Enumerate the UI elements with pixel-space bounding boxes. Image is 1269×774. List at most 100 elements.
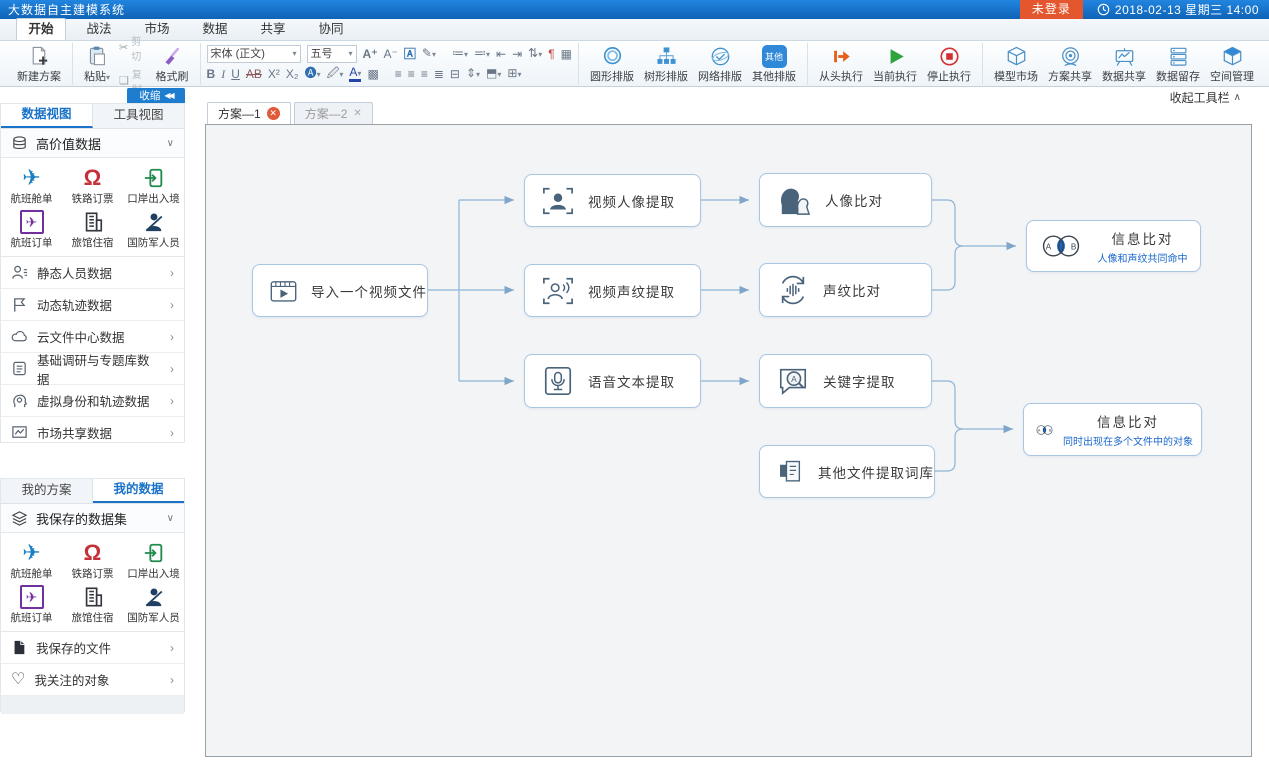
- shrink-font-button[interactable]: A⁻: [384, 47, 398, 61]
- font-color-button[interactable]: A▾: [349, 67, 361, 82]
- bold-button[interactable]: B: [207, 67, 216, 81]
- dataset-flight-order[interactable]: ✈ 航班订单: [1, 206, 62, 250]
- underline-button[interactable]: U: [231, 67, 240, 81]
- category-dynamic-track[interactable]: 动态轨迹数据 ›: [1, 289, 184, 321]
- bullet-list-button[interactable]: ≔▾: [452, 46, 468, 62]
- strikethrough-button[interactable]: AB: [246, 67, 262, 81]
- tree-layout-button[interactable]: 树形排版: [639, 43, 693, 85]
- node-keyword-extract[interactable]: A 关键字提取: [759, 354, 932, 408]
- saved-datasets-header[interactable]: 我保存的数据集 ∨: [1, 504, 184, 533]
- new-plan-button[interactable]: 新建方案: [12, 43, 66, 85]
- category-cloud-files[interactable]: 云文件中心数据 ›: [1, 321, 184, 353]
- table-button[interactable]: ▦: [561, 47, 572, 61]
- high-value-data-header[interactable]: 高价值数据 ∨: [1, 129, 184, 158]
- font-family-select[interactable]: 宋体 (正文) ▾: [207, 45, 301, 63]
- dataset-military-personnel[interactable]: 国防军人员: [123, 581, 184, 625]
- node-info-compare-multi-file[interactable]: A B 信息比对 同时出现在多个文件中的对象: [1023, 403, 1202, 456]
- category-virtual-identity[interactable]: 虚拟身份和轨迹数据 ›: [1, 385, 184, 417]
- collapse-toolbar-button[interactable]: 收起工具栏 ∧: [1170, 89, 1241, 106]
- category-static-person[interactable]: 静态人员数据 ›: [1, 257, 184, 289]
- login-status-badge[interactable]: 未登录: [1020, 0, 1083, 19]
- dataset-border-entry-exit[interactable]: 口岸出入境: [123, 162, 184, 206]
- category-research-library[interactable]: 基础调研与专题库数据 ›: [1, 353, 184, 385]
- ribbon-tab-collab[interactable]: 协同: [306, 18, 356, 40]
- tab-plan-1[interactable]: 方案—1 ✕: [207, 102, 291, 124]
- number-list-button[interactable]: ≕▾: [474, 46, 490, 62]
- data-share-button[interactable]: 数据共享: [1097, 43, 1151, 85]
- node-voice-extract[interactable]: 视频声纹提取: [524, 264, 701, 317]
- dataset-flight-manifest[interactable]: ✈ 航班舱单: [1, 537, 62, 581]
- node-other-files[interactable]: 其他文件提取词库: [759, 445, 935, 498]
- clear-format-button[interactable]: ✎▾: [422, 46, 436, 62]
- cut-button[interactable]: ✂ 剪切: [119, 33, 147, 63]
- close-tab-icon[interactable]: ✕: [267, 107, 280, 120]
- pilcrow-button[interactable]: ¶: [548, 47, 554, 61]
- plane-icon: ✈: [22, 541, 40, 565]
- text-outline-button[interactable]: 🅐▾: [305, 66, 321, 82]
- highlight-button[interactable]: 🖉▾: [327, 66, 344, 82]
- italic-button[interactable]: I: [221, 67, 225, 81]
- tab-tool-view[interactable]: 工具视图: [93, 104, 184, 128]
- node-voice-compare[interactable]: 声纹比对: [759, 263, 932, 317]
- line-spacing-button[interactable]: ⇕▾: [466, 66, 480, 82]
- font-size-select[interactable]: 五号 ▾: [307, 45, 357, 63]
- align-right-button[interactable]: ≡: [421, 67, 428, 81]
- fill-button[interactable]: ⬒▾: [486, 66, 501, 82]
- ribbon-tab-share[interactable]: 共享: [248, 18, 298, 40]
- node-speech-text[interactable]: 语音文本提取: [524, 354, 701, 408]
- format-painter-button[interactable]: 格式刷: [151, 43, 194, 85]
- my-saved-files[interactable]: 我保存的文件 ›: [1, 632, 184, 664]
- stop-execution-button[interactable]: 停止执行: [922, 43, 976, 85]
- tab-my-data[interactable]: 我的数据: [93, 479, 184, 503]
- node-face-extract[interactable]: 视频人像提取: [524, 174, 701, 227]
- dataset-rail-ticket[interactable]: Ω 铁路订票: [62, 162, 123, 206]
- node-info-compare-face-voice[interactable]: A B 信息比对 人像和声纹共同命中: [1026, 220, 1201, 272]
- sort-button[interactable]: ⇅▾: [528, 46, 542, 62]
- justify-button[interactable]: ≣: [434, 67, 444, 81]
- close-tab-icon[interactable]: ✕: [353, 108, 361, 119]
- outdent-button[interactable]: ⇤: [496, 47, 506, 61]
- subscript-button[interactable]: X₂: [286, 67, 299, 81]
- dataset-hotel-stay[interactable]: 旅馆住宿: [62, 206, 123, 250]
- ribbon-tab-data[interactable]: 数据: [190, 18, 240, 40]
- sidebar-collapse-button[interactable]: 收缩 ◀◀: [127, 88, 185, 103]
- dataset-rail-ticket[interactable]: Ω 铁路订票: [62, 537, 123, 581]
- border-button[interactable]: ⊞▾: [507, 66, 521, 82]
- align-left-button[interactable]: ≡: [395, 67, 402, 81]
- dataset-hotel-stay[interactable]: 旅馆住宿: [62, 581, 123, 625]
- plan-share-button[interactable]: 方案共享: [1043, 43, 1097, 85]
- space-manage-button[interactable]: 空间管理: [1205, 43, 1259, 85]
- network-layout-button[interactable]: 网络排版: [693, 43, 747, 85]
- data-retain-button[interactable]: 数据留存: [1151, 43, 1205, 85]
- other-layout-button[interactable]: 其他 其他排版: [747, 43, 801, 85]
- dataset-border-entry-exit[interactable]: 口岸出入境: [123, 537, 184, 581]
- file-icon: [11, 639, 27, 656]
- tab-my-plans[interactable]: 我的方案: [1, 479, 93, 503]
- node-face-compare[interactable]: 人像比对: [759, 173, 932, 227]
- tab-data-view[interactable]: 数据视图: [1, 104, 93, 128]
- dataset-flight-order[interactable]: ✈ 航班订单: [1, 581, 62, 625]
- shading-button[interactable]: ▩: [367, 67, 378, 81]
- superscript-button[interactable]: X²: [268, 67, 280, 81]
- indent-button[interactable]: ⇥: [512, 47, 522, 61]
- node-import-video[interactable]: 导入一个视频文件: [252, 264, 428, 317]
- distribute-button[interactable]: ⊟: [450, 67, 460, 81]
- hotel-building-icon: [82, 210, 104, 234]
- circle-layout-button[interactable]: 圆形排版: [585, 43, 639, 85]
- text-effects-button[interactable]: 🄰: [404, 47, 416, 61]
- align-center-button[interactable]: ≡: [408, 67, 415, 81]
- tab-plan-2[interactable]: 方案—2 ✕: [294, 102, 373, 124]
- ribbon-tab-tactics[interactable]: 战法: [74, 18, 124, 40]
- dataset-flight-manifest[interactable]: ✈ 航班舱单: [1, 162, 62, 206]
- flow-canvas[interactable]: 导入一个视频文件 视频人像提取 视频声纹提取: [205, 124, 1252, 757]
- category-market-shared[interactable]: 市场共享数据 ›: [1, 417, 184, 448]
- grow-font-button[interactable]: A⁺: [363, 47, 378, 61]
- run-from-start-button[interactable]: 从头执行: [814, 43, 868, 85]
- paste-button[interactable]: 粘贴▾: [79, 43, 115, 85]
- ribbon-tab-start[interactable]: 开始: [16, 18, 66, 40]
- model-market-button[interactable]: 模型市场: [989, 43, 1043, 85]
- keyword-extract-icon: A: [776, 365, 810, 397]
- dataset-military-personnel[interactable]: 国防军人员: [123, 206, 184, 250]
- my-followed-objects[interactable]: ♡ 我关注的对象 ›: [1, 664, 184, 696]
- run-current-button[interactable]: 当前执行: [868, 43, 922, 85]
